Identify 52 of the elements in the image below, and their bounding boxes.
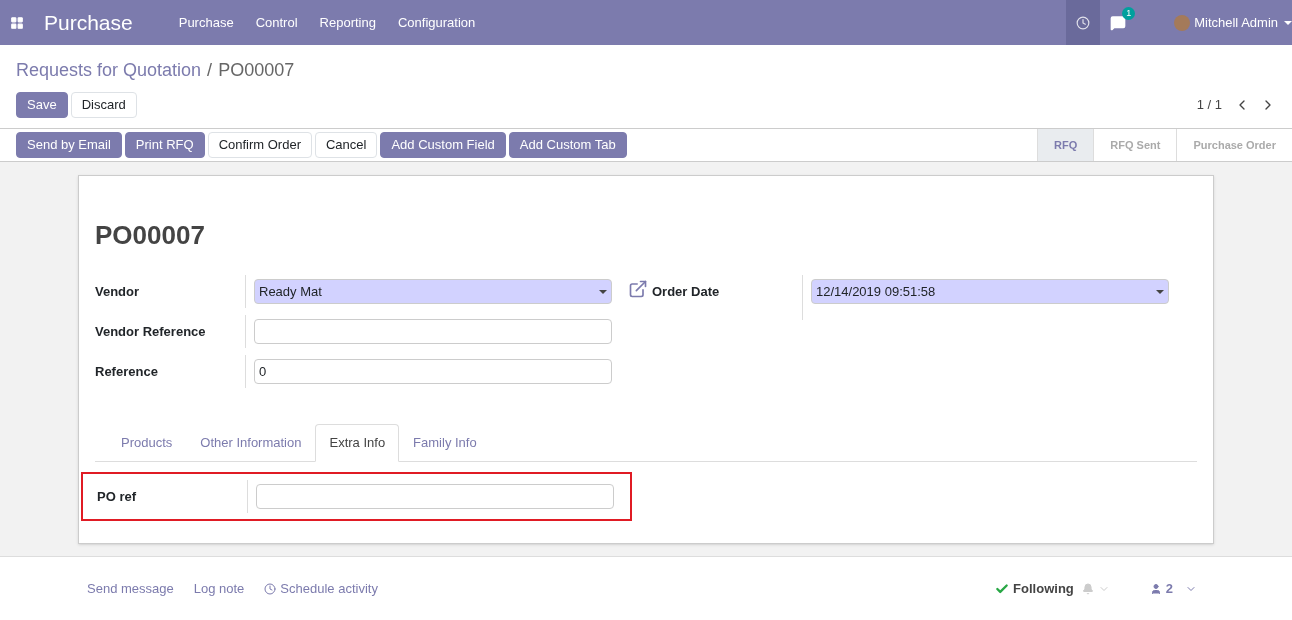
field-label: Order Date <box>652 284 720 299</box>
dropdown-field[interactable]: 12/14/2019 09:51:58 <box>811 279 1169 304</box>
input-field[interactable]: 0 <box>254 359 612 384</box>
breadcrumb-link[interactable]: Requests for Quotation <box>16 57 202 84</box>
action-button[interactable]: Cancel <box>315 132 378 158</box>
breadcrumb-current: PO00007 <box>218 59 295 82</box>
input-field[interactable] <box>254 319 612 344</box>
user-avatar <box>1174 14 1191 31</box>
record-title: PO00007 <box>95 219 206 252</box>
app-title: Purchase <box>44 9 133 36</box>
status-stage[interactable]: RFQ <box>1037 129 1094 161</box>
action-button[interactable]: Add Custom Tab <box>508 132 627 158</box>
following-button[interactable]: Following <box>1013 578 1074 599</box>
field-label: Reference <box>95 364 158 379</box>
notebook-tab[interactable]: Family Info <box>399 424 491 462</box>
action-button[interactable]: Save <box>16 92 68 118</box>
notebook-tab[interactable]: Extra Info <box>315 424 400 462</box>
action-button[interactable]: Print RFQ <box>124 132 205 158</box>
action-button[interactable]: Send by Email <box>16 132 122 158</box>
chatter-link[interactable]: Schedule activity <box>280 578 378 599</box>
field-label: Vendor Reference <box>95 324 206 339</box>
apps-menu-icon[interactable] <box>10 15 24 30</box>
action-button[interactable]: Discard <box>70 92 137 118</box>
user-menu[interactable]: Mitchell Admin <box>1194 12 1278 33</box>
check-icon <box>995 581 1010 596</box>
chatter-link[interactable]: Log note <box>193 578 245 599</box>
menu-item[interactable]: Configuration <box>397 12 476 33</box>
caret-icon <box>1156 289 1164 294</box>
breadcrumb-separator: / <box>207 59 213 82</box>
menu-item[interactable]: Purchase <box>178 12 234 33</box>
caret-icon <box>599 289 607 294</box>
field-label: PO ref <box>97 488 136 504</box>
pager-value: 1 / 1 <box>1196 96 1222 115</box>
messages-icon[interactable] <box>1110 14 1127 31</box>
action-button[interactable]: Confirm Order <box>207 132 312 158</box>
followers-icon[interactable] <box>1149 582 1162 595</box>
notebook-tab[interactable]: Other Information <box>186 424 316 462</box>
clock-icon <box>1076 15 1091 30</box>
notebook-tab[interactable]: Products <box>107 424 187 462</box>
menu-item[interactable]: Reporting <box>319 12 376 33</box>
message-count-badge: 1 <box>1122 6 1136 20</box>
input-field[interactable] <box>256 483 614 509</box>
menu-item[interactable]: Control <box>255 12 298 33</box>
dropdown-field[interactable]: Ready Mat <box>254 279 612 304</box>
external-link-icon[interactable] <box>628 279 648 299</box>
field-label: Vendor <box>95 284 140 299</box>
followers-count: 2 <box>1165 579 1173 598</box>
caret-icon <box>1284 20 1292 25</box>
clock-icon <box>264 582 277 595</box>
chatter-link[interactable]: Send message <box>87 578 174 599</box>
action-button[interactable]: Add Custom Field <box>380 132 506 158</box>
activity-button[interactable] <box>1066 0 1101 45</box>
